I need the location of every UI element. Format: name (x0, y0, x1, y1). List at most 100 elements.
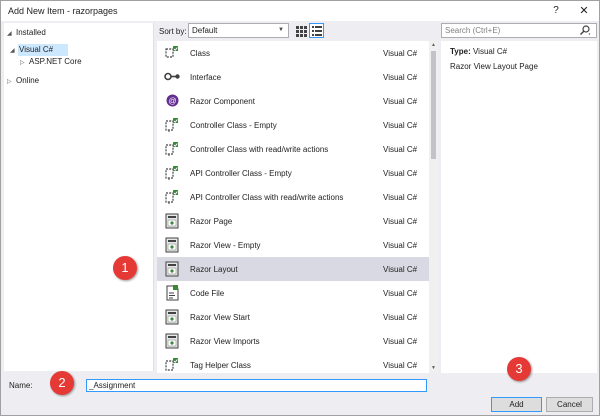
api-controller-icon (165, 190, 178, 204)
template-language: Visual C# (383, 217, 418, 226)
callout-marker: 3 (507, 357, 531, 381)
grid-view-icon (296, 26, 307, 37)
template-row[interactable]: Razor View Start Visual C# (157, 305, 429, 329)
callout-marker: 2 (50, 371, 74, 395)
tree-item-visual-csharp[interactable]: ◢ Visual C# (10, 44, 53, 56)
template-language: Visual C# (383, 313, 418, 322)
name-input[interactable] (86, 379, 427, 392)
template-language: Visual C# (383, 73, 418, 82)
template-list: Class Visual C# Interface Visual C# @ Razor C… (157, 41, 429, 373)
sort-by-label: Sort by: (159, 27, 187, 36)
razor-page-icon (165, 213, 179, 229)
details-pane: Type: Visual C# Razor View Layout Page (441, 41, 597, 373)
template-name: Razor Layout (190, 265, 238, 274)
cancel-button[interactable]: Cancel (546, 397, 593, 412)
template-name: Interface (190, 73, 222, 82)
category-tree: ◢ Installed ◢ Visual C# ▷ ASP.NET Core ▷ Onl… (4, 23, 154, 371)
grid-view-button[interactable] (293, 23, 308, 38)
template-name: Controller Class with read/write actions (190, 145, 329, 154)
api-controller-icon (165, 166, 178, 180)
template-language: Visual C# (383, 265, 418, 274)
title-bar: Add New Item - razorpages ? ✕ (1, 1, 599, 21)
template-language: Visual C# (383, 241, 418, 250)
name-label: Name: (9, 381, 33, 390)
template-row[interactable]: Tag Helper Class Visual C# (157, 353, 429, 373)
template-row[interactable]: Class Visual C# (157, 41, 429, 65)
help-button[interactable]: ? (549, 4, 563, 18)
scrollbar-thumb[interactable] (431, 51, 436, 159)
callout-marker: 1 (113, 256, 137, 280)
template-row[interactable]: Razor View - Empty Visual C# (157, 233, 429, 257)
collapse-arrow-icon[interactable]: ◢ (10, 45, 19, 57)
tree-item-label: Visual C# (19, 45, 54, 54)
tree-item-online[interactable]: ▷ Online (7, 75, 39, 87)
template-name: API Controller Class with read/write act… (190, 193, 344, 202)
template-language: Visual C# (383, 145, 418, 154)
template-language: Visual C# (383, 361, 418, 370)
template-row[interactable]: Controller Class with read/write actions… (157, 137, 429, 161)
template-language: Visual C# (383, 337, 418, 346)
template-row[interactable]: Razor View Imports Visual C# (157, 329, 429, 353)
expand-arrow-icon[interactable]: ▷ (7, 76, 16, 88)
scroll-up-arrow-icon[interactable]: ▲ (429, 41, 438, 50)
interface-icon (164, 72, 180, 81)
dialog-title: Add New Item - razorpages (8, 6, 118, 16)
template-language: Visual C# (383, 169, 418, 178)
sort-by-value: Default (192, 26, 218, 35)
razor-layout-icon (165, 261, 179, 277)
tree-item-label: ASP.NET Core (29, 57, 82, 66)
code-file-icon (166, 285, 179, 301)
template-name: Controller Class - Empty (190, 121, 277, 130)
template-language: Visual C# (383, 289, 418, 298)
template-name: Class (190, 49, 211, 58)
template-name: Code File (190, 289, 225, 298)
template-language: Visual C# (383, 193, 418, 202)
search-icon[interactable] (579, 25, 591, 36)
tree-item-label: Online (16, 76, 40, 85)
template-row[interactable]: @ Razor Component Visual C# (157, 89, 429, 113)
razor-component-icon: @ (166, 94, 179, 107)
tree-item-label: Installed (16, 28, 46, 37)
tree-item-installed[interactable]: ◢ Installed (7, 27, 46, 39)
template-row[interactable]: Controller Class - Empty Visual C# (157, 113, 429, 137)
add-new-item-dialog: Add New Item - razorpages ? ✕ ◢ Installed… (0, 0, 600, 416)
collapse-arrow-icon[interactable]: ◢ (7, 28, 16, 40)
template-name: Razor View - Empty (190, 241, 261, 250)
list-view-button[interactable] (309, 23, 324, 38)
list-view-icon (312, 26, 322, 36)
close-button[interactable]: ✕ (575, 3, 593, 19)
add-button[interactable]: Add (491, 397, 542, 412)
template-language: Visual C# (383, 49, 418, 58)
razor-view-start-icon (165, 309, 179, 325)
template-row[interactable]: Razor Page Visual C# (157, 209, 429, 233)
template-name: Tag Helper Class (190, 361, 251, 370)
template-list-scrollbar[interactable]: ▲ ▼ (429, 41, 438, 373)
svg-text:@: @ (168, 97, 176, 106)
tag-helper-icon (165, 358, 178, 371)
template-row[interactable]: Interface Visual C# (157, 65, 429, 89)
razor-view-imports-icon (165, 333, 179, 349)
template-row[interactable]: Code File Visual C# (157, 281, 429, 305)
template-language: Visual C# (383, 121, 418, 130)
scroll-down-arrow-icon[interactable]: ▼ (429, 364, 438, 373)
type-line: Type: Visual C# (450, 47, 507, 56)
template-description: Razor View Layout Page (450, 62, 538, 71)
expand-arrow-icon[interactable]: ▷ (20, 57, 29, 69)
type-label: Type: (450, 47, 471, 56)
template-row[interactable]: API Controller Class - Empty Visual C# (157, 161, 429, 185)
tree-item-aspnet-core[interactable]: ▷ ASP.NET Core (20, 56, 82, 68)
type-value: Visual C# (472, 47, 508, 56)
template-row[interactable]: API Controller Class with read/write act… (157, 185, 429, 209)
controller-icon (165, 142, 178, 156)
template-name: Razor View Imports (190, 337, 260, 346)
sort-by-dropdown[interactable]: Default ▼ (188, 23, 289, 38)
template-name: Razor View Start (190, 313, 250, 322)
template-row[interactable]: Razor Layout Visual C# (157, 257, 429, 281)
template-name: Razor Component (190, 97, 255, 106)
razor-view-icon (165, 237, 179, 253)
controller-icon (165, 118, 178, 132)
chevron-down-icon: ▼ (278, 27, 284, 33)
template-name: Razor Page (190, 217, 233, 226)
class-icon (165, 46, 178, 58)
search-input[interactable]: Search (Ctrl+E) (441, 23, 597, 38)
